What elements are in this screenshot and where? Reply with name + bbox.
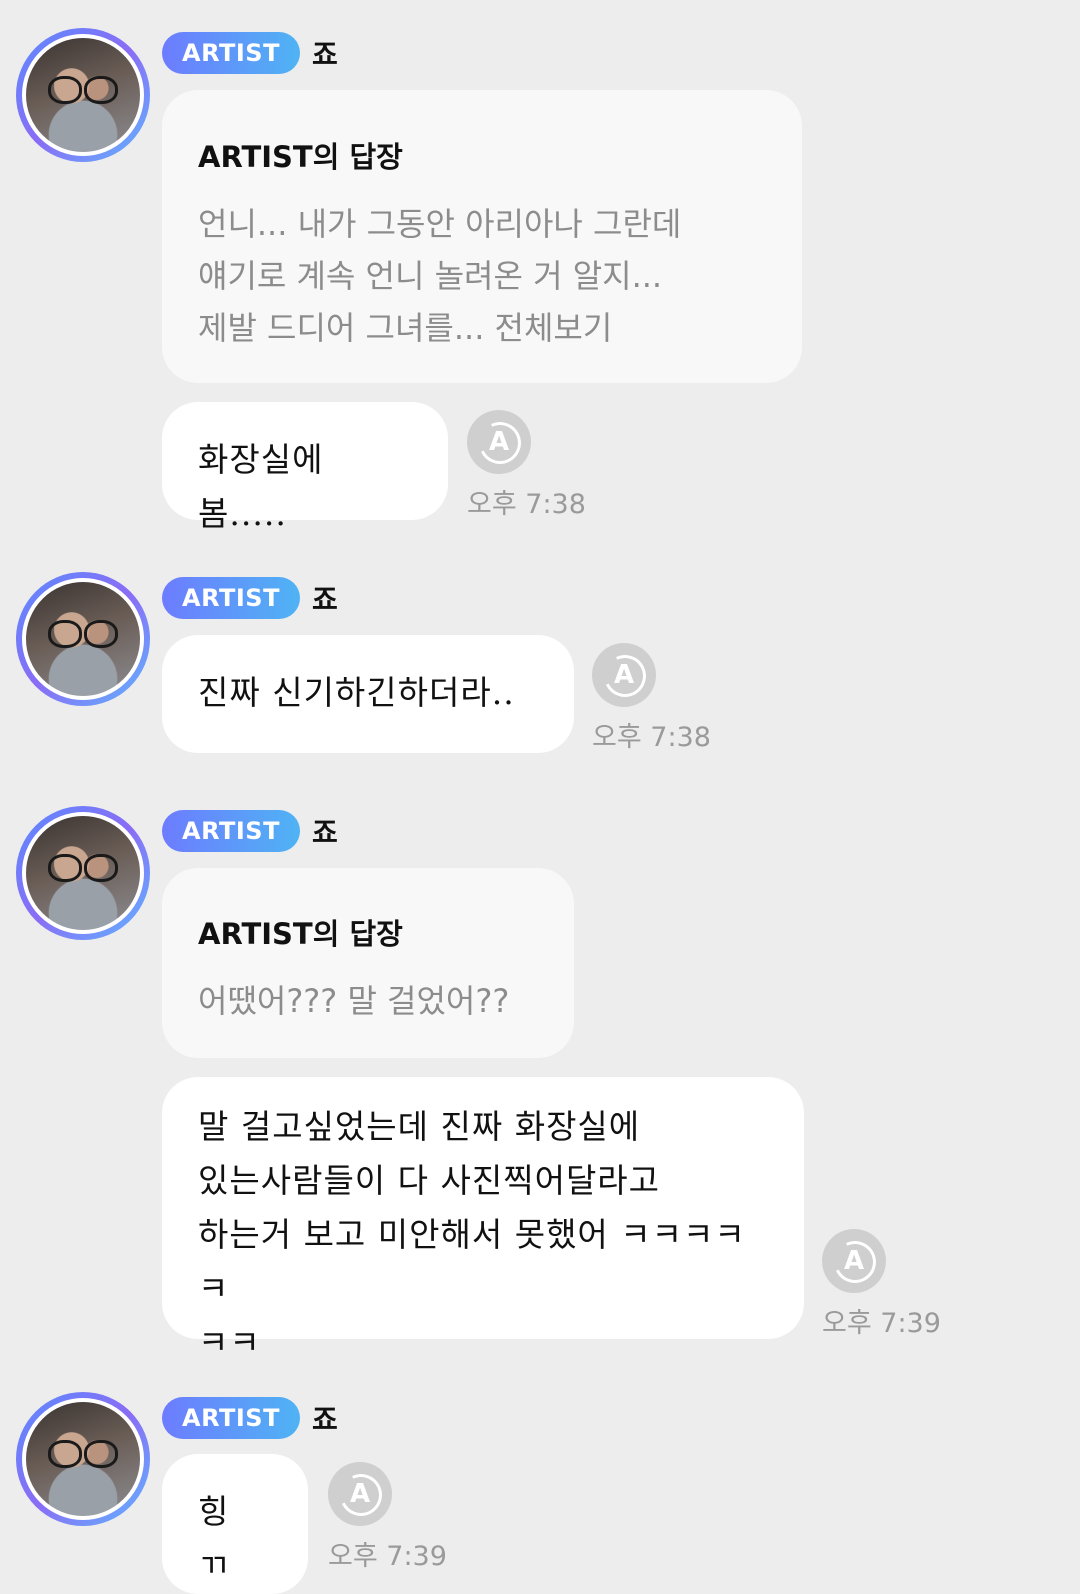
artist-badge: ARTIST: [162, 32, 300, 74]
artist-badge: ARTIST: [162, 1397, 300, 1439]
reply-title: ARTIST의 답장: [198, 917, 403, 951]
message-text: 말 걸고싶었는데 진짜 화장실에 있는사람들이 다 사진찍어달라고 하는거 보고…: [198, 1100, 768, 1370]
reply-body: 언니... 내가 그동안 아리아나 그란데 얘기로 계속 언니 놀려온 거 알지…: [198, 198, 766, 354]
message-line: 하는거 보고 미안해서 못했어 ㅋㅋㅋㅋㅋ: [198, 1215, 746, 1308]
message-line: ㅋㅋ: [198, 1323, 261, 1362]
avatar[interactable]: [16, 28, 150, 162]
timestamp: 오후 7:38: [592, 722, 711, 753]
profile-photo: [22, 34, 144, 156]
artist-badge: ARTIST: [162, 810, 300, 852]
sender-name: 죠: [311, 583, 338, 616]
message-bubble[interactable]: 화장실에 봄.....: [162, 402, 448, 533]
sender-row: ARTIST 죠: [162, 810, 338, 852]
message-bubble[interactable]: 힝 ㄲ: [162, 1454, 308, 1594]
avatar[interactable]: [16, 806, 150, 940]
sender-row: ARTIST 죠: [162, 577, 338, 619]
message-line: 있는사람들이 다 사진찍어달라고: [198, 1161, 661, 1200]
reply-bubble[interactable]: ARTIST의 답장 언니... 내가 그동안 아리아나 그란데 얘기로 계속 …: [162, 90, 802, 383]
reply-line: 얘기로 계속 언니 놀려온 거 알지...: [198, 257, 663, 295]
profile-photo: [22, 1398, 144, 1520]
translate-icon[interactable]: A: [467, 410, 531, 474]
sender-name: 죠: [311, 816, 338, 849]
translate-icon[interactable]: A: [328, 1462, 392, 1526]
sender-row: ARTIST 죠: [162, 1397, 338, 1439]
profile-photo: [22, 578, 144, 700]
reply-line: 어땠어??? 말 걸었어??: [198, 982, 510, 1020]
reply-bubble[interactable]: ARTIST의 답장 어땠어??? 말 걸었어??: [162, 868, 574, 1058]
message-bubble[interactable]: 말 걸고싶었는데 진짜 화장실에 있는사람들이 다 사진찍어달라고 하는거 보고…: [162, 1077, 804, 1362]
avatar[interactable]: [16, 1392, 150, 1526]
sender-name: 죠: [311, 1403, 338, 1436]
translate-icon[interactable]: A: [822, 1229, 886, 1293]
message-meta: A 오후 7:39: [822, 1229, 941, 1340]
artist-badge: ARTIST: [162, 577, 300, 619]
message-line: 말 걸고싶었는데 진짜 화장실에: [198, 1107, 641, 1146]
timestamp: 오후 7:38: [467, 489, 586, 520]
reply-body: 어땠어??? 말 걸었어??: [198, 975, 538, 1027]
message-meta: A 오후 7:38: [592, 643, 711, 754]
reply-title: ARTIST의 답장: [198, 140, 403, 174]
message-text: 진짜 신기하긴하더라..: [198, 673, 515, 712]
sender-name: 죠: [311, 38, 338, 71]
avatar[interactable]: [16, 572, 150, 706]
message-bubble[interactable]: 진짜 신기하긴하더라..: [162, 635, 574, 753]
reply-line: 제발 드디어 그녀를... 전체보기: [198, 309, 613, 347]
timestamp: 오후 7:39: [328, 1541, 447, 1572]
message-text: 힝 ㄲ: [198, 1492, 230, 1585]
message-meta: A 오후 7:38: [467, 410, 586, 521]
profile-photo: [22, 812, 144, 934]
message-meta: A 오후 7:39: [328, 1462, 447, 1573]
translate-icon[interactable]: A: [592, 643, 656, 707]
reply-line: 언니... 내가 그동안 아리아나 그란데: [198, 205, 682, 243]
sender-row: ARTIST 죠: [162, 32, 338, 74]
timestamp: 오후 7:39: [822, 1308, 941, 1339]
message-text: 화장실에 봄.....: [198, 440, 324, 533]
